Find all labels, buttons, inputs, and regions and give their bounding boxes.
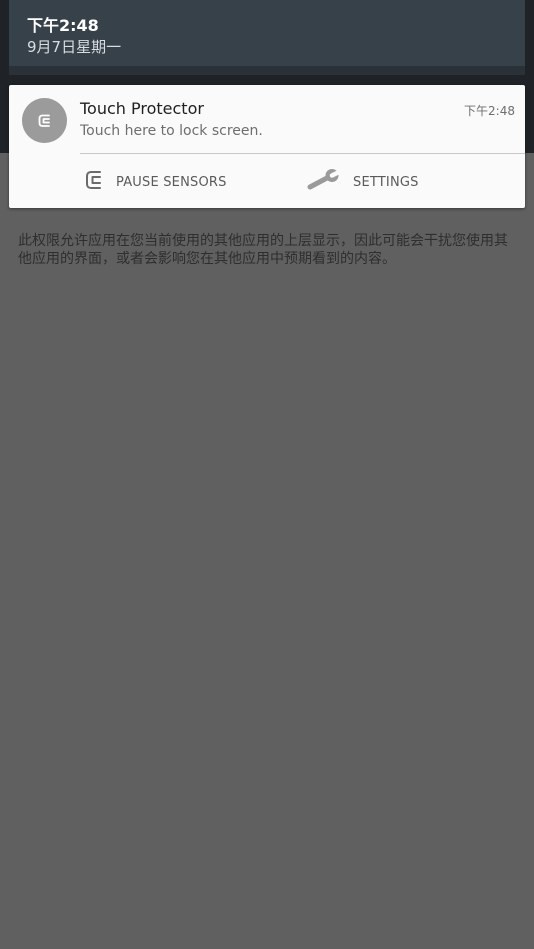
shade-time: 下午2:48 bbox=[27, 16, 99, 35]
settings-label: SETTINGS bbox=[353, 174, 419, 190]
notification-time: 下午2:48 bbox=[464, 104, 515, 118]
notification-text: Touch here to lock screen. bbox=[80, 123, 263, 139]
shade-date[interactable]: 9月7日星期一 bbox=[27, 36, 121, 57]
shade-header-edge bbox=[9, 66, 525, 75]
wrench-icon bbox=[307, 167, 344, 197]
permission-description: 此权限允许应用在您当前使用的其他应用的上层显示，因此可能会干扰您使用其他应用的界… bbox=[18, 233, 508, 267]
pause-sensors-label: PAUSE SENSORS bbox=[116, 174, 227, 190]
pause-sensors-button[interactable]: PAUSE SENSORS bbox=[82, 168, 227, 196]
notification-title: Touch Protector bbox=[80, 99, 204, 118]
notification-divider bbox=[80, 153, 525, 154]
pause-sensors-icon bbox=[82, 168, 106, 196]
touch-protector-icon bbox=[22, 98, 67, 143]
notification-card[interactable]: Touch Protector Touch here to lock scree… bbox=[9, 85, 525, 208]
settings-button[interactable]: SETTINGS bbox=[307, 168, 419, 196]
